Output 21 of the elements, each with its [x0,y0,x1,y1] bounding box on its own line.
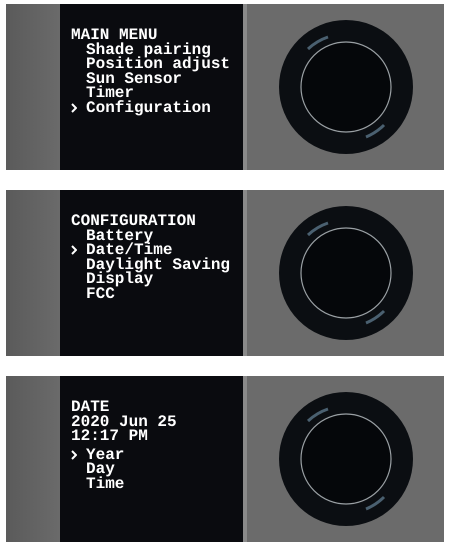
menu-item[interactable]: Year [86,448,124,462]
menu-item[interactable]: Time [86,476,124,491]
dial-button[interactable] [278,19,414,155]
menu-item[interactable]: Timer [86,86,134,100]
menu-item[interactable]: Day [86,462,115,476]
menu-item[interactable]: FCC [86,286,115,301]
dial-button[interactable] [278,205,414,341]
menu-item[interactable]: Battery [86,228,154,243]
menu-title: CONFIGURATION [71,214,196,228]
info-line: 2020 Jun 25 [71,414,177,429]
menu-item[interactable]: Sun Sensor [86,72,182,86]
menu-title: DATE [71,400,110,414]
menu-item[interactable]: Daylight Saving [86,258,230,272]
menu-item[interactable]: Shade pairing [86,42,211,57]
menu-item[interactable]: Date/Time [86,243,172,258]
menu-title: MAIN MENU [71,28,158,42]
dial-button[interactable] [278,391,414,527]
menu-item[interactable]: Display [86,272,154,286]
menu-item[interactable]: Position adjust [86,57,230,72]
menu-item[interactable]: Configuration [86,100,211,115]
info-line: 12:17 PM [71,429,148,444]
